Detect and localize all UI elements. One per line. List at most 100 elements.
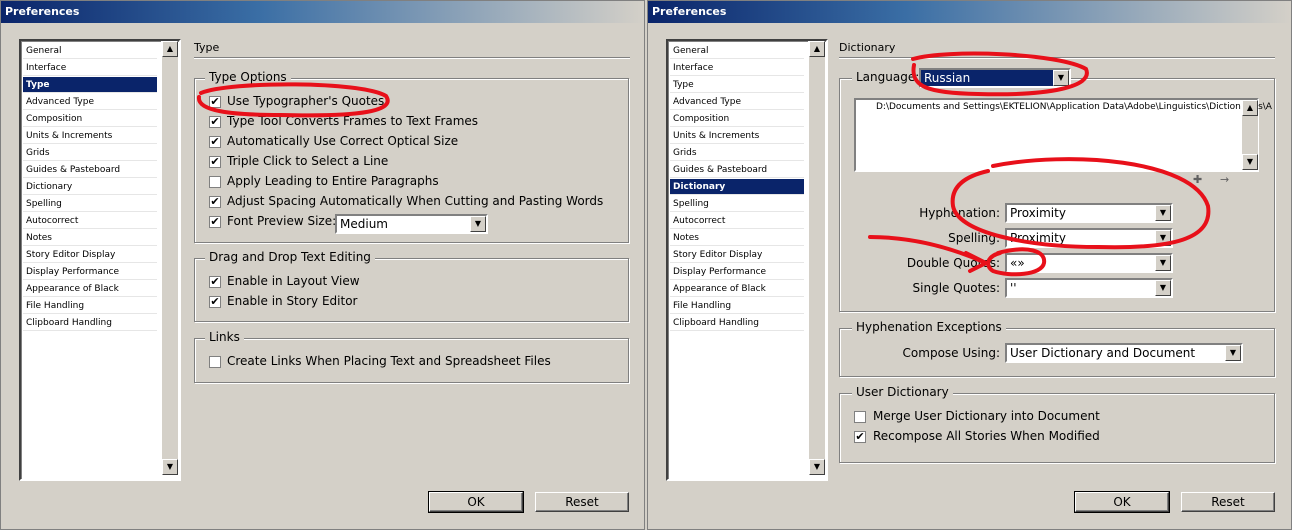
category-scrollbar[interactable]: ▲ ▼ — [808, 41, 825, 475]
category-item[interactable]: Story Editor Display — [670, 247, 804, 263]
category-item[interactable]: Clipboard Handling — [23, 315, 157, 331]
chevron-down-icon[interactable]: ▼ — [1225, 345, 1241, 361]
category-item[interactable]: Clipboard Handling — [670, 315, 804, 331]
category-item[interactable]: Display Performance — [23, 264, 157, 280]
category-item[interactable]: General — [23, 43, 157, 59]
arrow-right-icon[interactable]: → — [1220, 173, 1229, 186]
dictionary-path: D:\Documents and Settings\EKTELION\Appli… — [876, 102, 1272, 112]
scroll-down-button[interactable]: ▼ — [1242, 154, 1258, 170]
chevron-down-icon[interactable]: ▼ — [1053, 70, 1069, 86]
checkbox[interactable]: ✔ — [209, 116, 221, 128]
reset-button[interactable]: Reset — [1181, 492, 1275, 512]
category-item[interactable]: Composition — [670, 111, 804, 127]
category-item[interactable]: Story Editor Display — [23, 247, 157, 263]
chevron-down-icon[interactable]: ▼ — [1155, 205, 1171, 221]
spelling-select[interactable]: Proximity ▼ — [1005, 228, 1173, 248]
category-item[interactable]: Composition — [23, 111, 157, 127]
language-select[interactable]: Russian ▼ — [919, 68, 1071, 88]
category-item[interactable]: Notes — [23, 230, 157, 246]
select-value: '' — [1010, 281, 1017, 295]
category-item[interactable]: Appearance of Black — [670, 281, 804, 297]
category-item[interactable]: Units & Increments — [670, 128, 804, 144]
category-item[interactable]: Advanced Type — [670, 94, 804, 110]
chevron-down-icon[interactable]: ▼ — [470, 216, 486, 232]
checkbox[interactable] — [854, 411, 866, 423]
window-title: Preferences — [652, 5, 727, 18]
option-label: Recompose All Stories When Modified — [873, 429, 1100, 443]
spelling-label: Spelling: — [948, 231, 1000, 245]
checkbox[interactable]: ✔ — [209, 156, 221, 168]
scroll-up-button[interactable]: ▲ — [162, 41, 178, 57]
category-item[interactable]: General — [670, 43, 804, 59]
drag-drop-label: Drag and Drop Text Editing — [205, 250, 375, 264]
category-item[interactable]: Autocorrect — [23, 213, 157, 229]
double-quotes-label: Double Quotes: — [906, 256, 1000, 270]
double-quotes-select[interactable]: «» ▼ — [1005, 253, 1173, 273]
type-options-label: Type Options — [205, 70, 291, 84]
ok-button[interactable]: OK — [428, 491, 524, 513]
language-label: Language: — [852, 70, 924, 84]
checkbox[interactable]: ✔ — [209, 216, 221, 228]
ok-button[interactable]: OK — [1074, 491, 1170, 513]
category-item[interactable]: Type — [670, 77, 804, 93]
title-bar[interactable]: Preferences — [1, 1, 644, 23]
category-scrollbar[interactable]: ▲ ▼ — [161, 41, 178, 475]
chevron-down-icon[interactable]: ▼ — [1155, 230, 1171, 246]
checkbox[interactable]: ✔ — [209, 136, 221, 148]
category-item[interactable]: Guides & Pasteboard — [670, 162, 804, 178]
select-value: «» — [1010, 256, 1025, 270]
checkbox[interactable]: ✔ — [209, 96, 221, 108]
reset-button[interactable]: Reset — [535, 492, 629, 512]
title-bar[interactable]: Preferences — [648, 1, 1291, 23]
preferences-window-right: Preferences General Interface Type Advanced… — [647, 0, 1292, 530]
category-item[interactable]: Advanced Type — [23, 94, 157, 110]
compose-using-select[interactable]: User Dictionary and Document ▼ — [1005, 343, 1243, 363]
chevron-down-icon[interactable]: ▼ — [1155, 255, 1171, 271]
single-quotes-select[interactable]: '' ▼ — [1005, 278, 1173, 298]
category-item[interactable]: File Handling — [23, 298, 157, 314]
category-item[interactable]: Dictionary — [670, 179, 804, 195]
category-item[interactable]: Dictionary — [23, 179, 157, 195]
chevron-down-icon[interactable]: ▼ — [1155, 280, 1171, 296]
category-item[interactable]: Autocorrect — [670, 213, 804, 229]
section-divider — [194, 57, 630, 59]
option-label: Use Typographer's Quotes — [227, 94, 385, 108]
add-icon[interactable]: ✚ — [1193, 173, 1202, 186]
scroll-down-button[interactable]: ▼ — [809, 459, 825, 475]
category-item[interactable]: File Handling — [670, 298, 804, 314]
select-value: Proximity — [1010, 231, 1066, 245]
category-item[interactable]: Notes — [670, 230, 804, 246]
category-list: General Interface Type Advanced Type Composi… — [19, 39, 181, 481]
category-item[interactable]: Interface — [23, 60, 157, 76]
dictionary-path-list[interactable]: D:\Documents and Settings\EKTELION\Appli… — [854, 98, 1272, 172]
checkbox[interactable] — [209, 176, 221, 188]
hyphenation-label: Hyphenation: — [919, 206, 1000, 220]
select-value: Proximity — [1010, 206, 1066, 220]
category-item[interactable]: Display Performance — [670, 264, 804, 280]
path-scrollbar[interactable]: ▲ ▼ — [1241, 100, 1258, 170]
scroll-down-button[interactable]: ▼ — [162, 459, 178, 475]
checkbox[interactable]: ✔ — [854, 431, 866, 443]
checkbox[interactable]: ✔ — [209, 296, 221, 308]
font-preview-size-select[interactable]: Medium ▼ — [335, 214, 488, 234]
scroll-up-button[interactable]: ▲ — [1242, 100, 1258, 116]
category-item[interactable]: Interface — [670, 60, 804, 76]
option-label: Automatically Use Correct Optical Size — [227, 134, 459, 148]
hyphenation-exceptions-label: Hyphenation Exceptions — [852, 320, 1006, 334]
category-item[interactable]: Grids — [670, 145, 804, 161]
category-item[interactable]: Appearance of Black — [23, 281, 157, 297]
links-label: Links — [205, 330, 244, 344]
category-item[interactable]: Units & Increments — [23, 128, 157, 144]
hyphenation-select[interactable]: Proximity ▼ — [1005, 203, 1173, 223]
preferences-window-left: Preferences General Interface Type Advanced… — [0, 0, 645, 530]
checkbox[interactable] — [209, 356, 221, 368]
category-item[interactable]: Type — [23, 77, 157, 93]
checkbox[interactable]: ✔ — [209, 276, 221, 288]
category-item[interactable]: Spelling — [23, 196, 157, 212]
section-title: Type — [194, 41, 220, 54]
scroll-up-button[interactable]: ▲ — [809, 41, 825, 57]
category-item[interactable]: Guides & Pasteboard — [23, 162, 157, 178]
category-item[interactable]: Spelling — [670, 196, 804, 212]
checkbox[interactable]: ✔ — [209, 196, 221, 208]
category-item[interactable]: Grids — [23, 145, 157, 161]
